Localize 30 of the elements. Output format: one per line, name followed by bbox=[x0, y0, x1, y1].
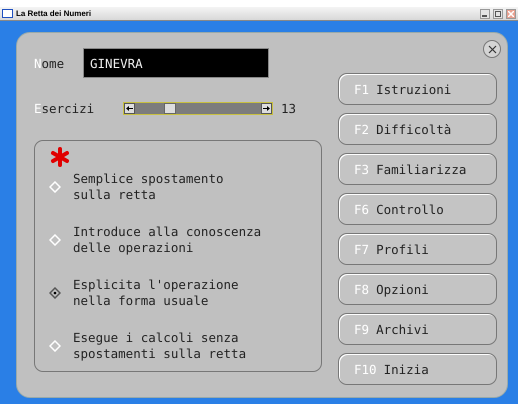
slider-thumb[interactable] bbox=[164, 103, 176, 114]
function-key-button[interactable]: F2 Difficoltà bbox=[338, 113, 497, 145]
close-window-button[interactable] bbox=[506, 8, 516, 18]
name-field[interactable]: GINEVRA bbox=[83, 48, 269, 78]
function-key-button[interactable]: F10 Inizia bbox=[338, 353, 497, 385]
exercises-label: Esercizi bbox=[34, 101, 96, 116]
function-key-button[interactable]: F1 Istruzioni bbox=[338, 73, 497, 105]
function-key-button[interactable]: F3 Familiarizza bbox=[338, 153, 497, 185]
window-icon bbox=[2, 9, 13, 18]
function-key-button[interactable]: F8 Opzioni bbox=[338, 273, 497, 305]
radio-button[interactable] bbox=[49, 287, 61, 299]
function-key-button[interactable]: F6 Controllo bbox=[338, 193, 497, 225]
close-button[interactable] bbox=[483, 40, 501, 58]
close-icon bbox=[488, 44, 496, 54]
maximize-button[interactable] bbox=[493, 8, 503, 18]
function-key-button[interactable]: F7 Profili bbox=[338, 233, 497, 265]
exercises-count: 13 bbox=[281, 101, 296, 116]
maximize-icon bbox=[495, 10, 501, 16]
right-arrow-icon[interactable] bbox=[261, 103, 272, 114]
option-label: Semplice spostamento sulla retta bbox=[73, 171, 225, 203]
function-key-button[interactable]: F9 Archivi bbox=[338, 313, 497, 345]
option-label: Esegue i calcoli senza spostamenti sulla retta bbox=[73, 330, 248, 362]
asterisk-icon bbox=[49, 146, 71, 168]
option-label: Introduce alla conoscenza delle operazioni bbox=[73, 224, 262, 256]
left-arrow-icon[interactable] bbox=[124, 103, 135, 114]
window-title: La Retta dei Numeri bbox=[16, 9, 92, 18]
option-label: Esplicita l'operazione nella forma usuale bbox=[73, 277, 240, 309]
minimize-button[interactable] bbox=[480, 8, 490, 18]
exercises-slider[interactable] bbox=[123, 102, 273, 115]
close-icon bbox=[508, 10, 514, 16]
